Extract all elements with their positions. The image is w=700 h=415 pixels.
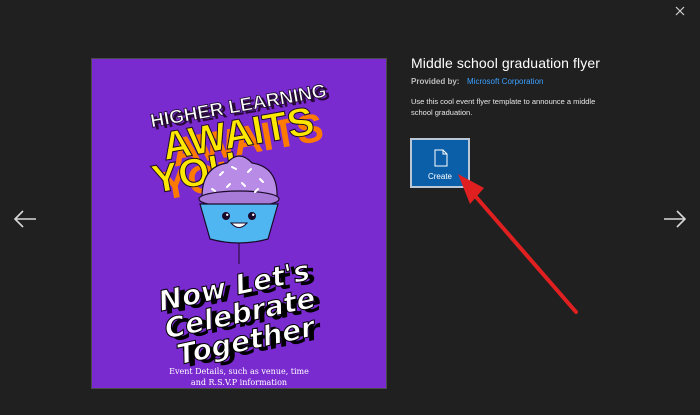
close-icon bbox=[675, 6, 685, 16]
template-description: Use this cool event flyer template to an… bbox=[411, 97, 596, 117]
flyer-details-line-2: and R.S.V.P information bbox=[190, 378, 288, 387]
cupcake-illustration bbox=[198, 155, 280, 264]
previous-template-button[interactable] bbox=[12, 208, 38, 230]
flyer-details-line-1: Event Details, such as venue, time bbox=[169, 367, 309, 376]
template-preview: HIGHER LEARNING HIGHER LEARNING AWAITS A… bbox=[91, 58, 387, 389]
annotation-arrow bbox=[458, 174, 578, 314]
provider-link[interactable]: Microsoft Corporation bbox=[467, 77, 543, 86]
template-title: Middle school graduation flyer bbox=[411, 55, 600, 71]
arrow-left-icon bbox=[13, 210, 36, 228]
arrow-right-icon bbox=[664, 210, 687, 228]
next-template-button[interactable] bbox=[662, 208, 688, 230]
template-dialog: HIGHER LEARNING HIGHER LEARNING AWAITS A… bbox=[0, 0, 700, 415]
flyer-artwork: HIGHER LEARNING HIGHER LEARNING AWAITS A… bbox=[148, 80, 332, 374]
provided-by-label: Provided by: bbox=[411, 77, 460, 86]
close-button[interactable] bbox=[672, 3, 688, 19]
